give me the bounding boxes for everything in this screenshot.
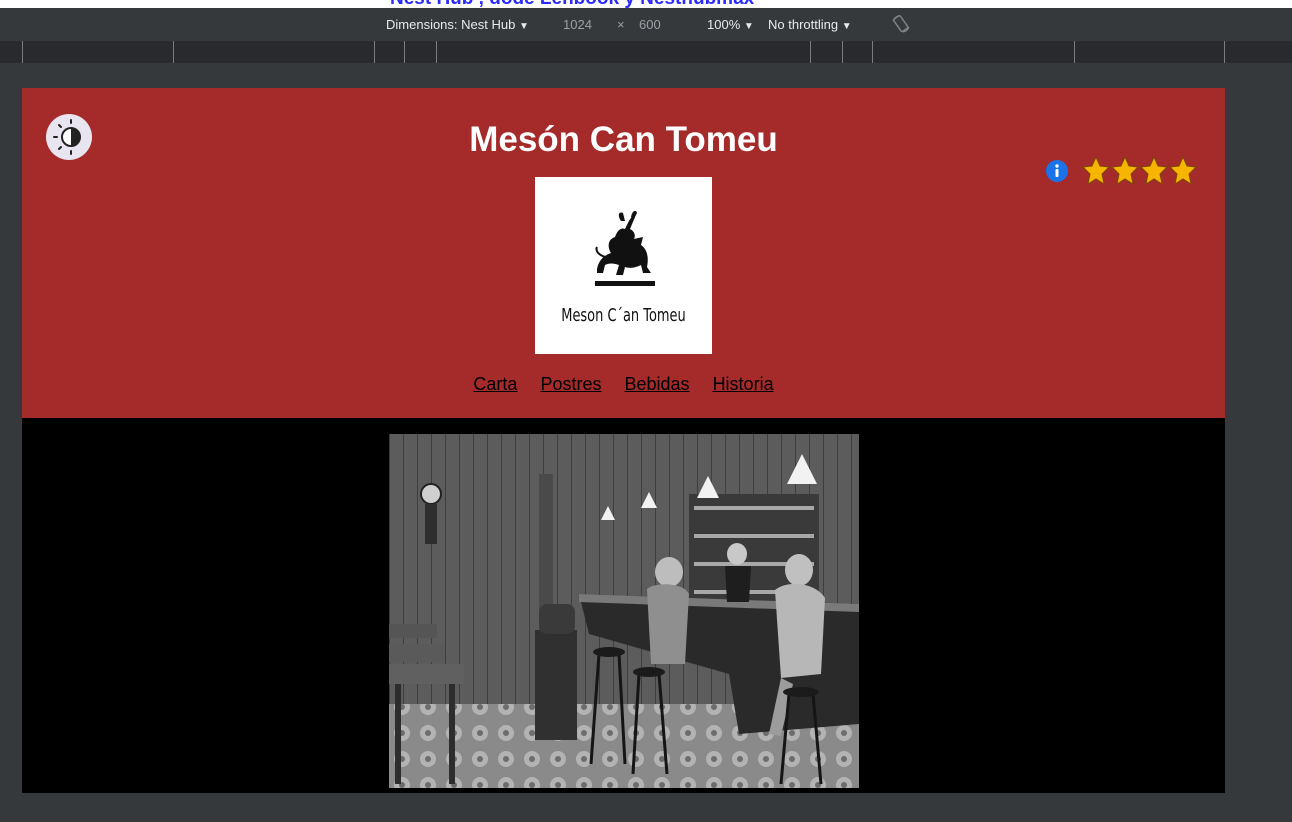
media-query-marker[interactable]: [22, 41, 23, 63]
times-sign: ×: [617, 17, 625, 32]
media-query-marker[interactable]: [404, 41, 405, 63]
star-icon: [1111, 156, 1139, 186]
site-header: Mesón Can Tomeu Meson C´an Tomeu Carta P…: [22, 88, 1225, 418]
media-query-marker[interactable]: [842, 41, 843, 63]
chevron-down-icon: ▼: [743, 21, 754, 32]
caption-text: Nest Hub , dode Lenbook y Nesthubmax: [390, 0, 754, 8]
chevron-down-icon: ▼: [518, 21, 529, 32]
site-title: Mesón Can Tomeu: [469, 120, 778, 159]
media-query-bar: [0, 41, 1292, 63]
info-icon[interactable]: [1046, 160, 1068, 182]
device-viewport: Mesón Can Tomeu Meson C´an Tomeu Carta P…: [22, 88, 1225, 793]
bull-icon: [595, 210, 655, 286]
media-query-marker[interactable]: [1224, 41, 1225, 63]
star-icon: [1082, 156, 1110, 186]
device-toolbar: Dimensions: Nest Hub ▼ 1024 × 600 100% ▼…: [0, 8, 1292, 41]
nav-link-postres[interactable]: Postres: [540, 374, 601, 394]
media-query-marker[interactable]: [436, 41, 437, 63]
restaurant-logo: Meson C´an Tomeu: [535, 177, 712, 354]
throttling-select[interactable]: No throttling ▼: [768, 17, 852, 32]
chevron-down-icon: ▼: [841, 21, 852, 32]
main-nav: Carta Postres Bebidas Historia: [22, 374, 1225, 395]
logo-text: Meson C´an Tomeu: [561, 305, 686, 326]
media-query-marker[interactable]: [173, 41, 174, 63]
page-caption: Nest Hub , dode Lenbook y Nesthubmax: [0, 0, 1292, 8]
media-query-marker[interactable]: [872, 41, 873, 63]
width-input[interactable]: 1024: [563, 17, 592, 32]
media-query-marker[interactable]: [374, 41, 375, 63]
nav-link-carta[interactable]: Carta: [473, 374, 517, 394]
media-query-marker[interactable]: [810, 41, 811, 63]
star-icon: [1169, 156, 1197, 186]
bar-interior-photo: [389, 434, 859, 788]
nav-link-bebidas[interactable]: Bebidas: [624, 374, 689, 394]
nav-link-historia[interactable]: Historia: [713, 374, 774, 394]
star-icon: [1140, 156, 1168, 186]
media-query-marker[interactable]: [1074, 41, 1075, 63]
bar-interior-image: [389, 434, 859, 788]
device-dimensions-select[interactable]: Dimensions: Nest Hub ▼: [386, 17, 529, 32]
rating: [1046, 154, 1198, 188]
rotate-icon[interactable]: [890, 13, 912, 38]
height-input[interactable]: 600: [639, 17, 661, 32]
zoom-select[interactable]: 100% ▼: [707, 17, 754, 32]
